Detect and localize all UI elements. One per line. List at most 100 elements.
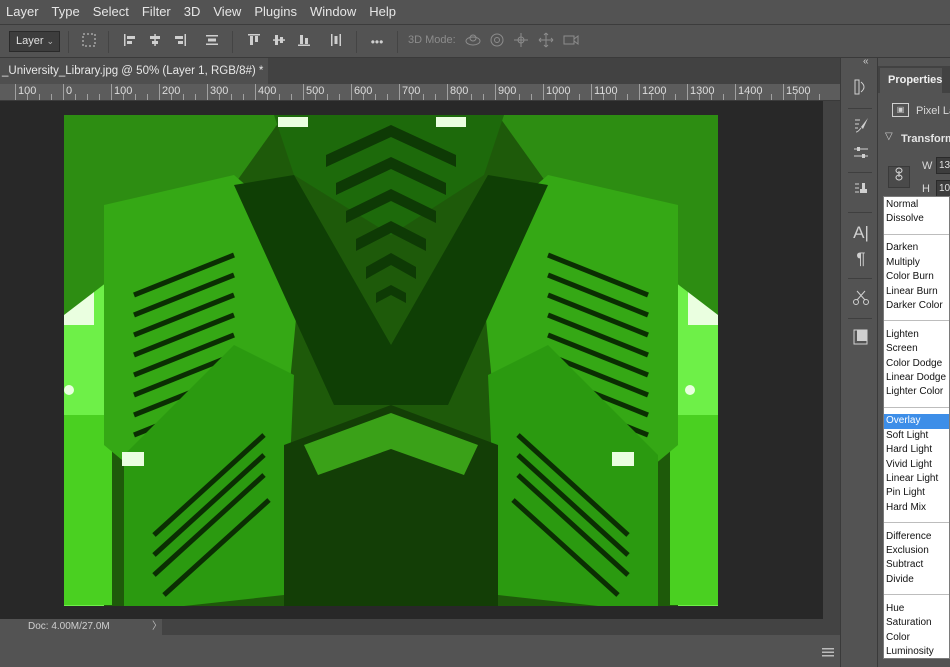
chevron-down-icon[interactable]: ▽ [885, 131, 893, 142]
brush-settings-icon[interactable] [850, 116, 872, 138]
panel-icon-strip: A| ¶ [840, 58, 878, 667]
distribute-vertical-icon[interactable] [326, 32, 346, 52]
tab-properties[interactable]: Properties [880, 68, 942, 93]
blend-mode-option[interactable]: Screen [884, 342, 949, 356]
ruler-tick [255, 84, 256, 100]
document-tab[interactable]: _University_Library.jpg @ 50% (Layer 1, … [0, 58, 268, 84]
blend-mode-option[interactable]: Multiply [884, 256, 949, 270]
3d-slide-icon[interactable] [536, 32, 556, 52]
menu-bar: Layer Type Select Filter 3D View Plugins… [0, 0, 950, 24]
blend-mode-option[interactable]: Difference [884, 530, 949, 544]
ruler-tick [783, 84, 784, 100]
ruler-minor-tick [675, 94, 676, 100]
ruler-tick [399, 84, 400, 100]
ruler-tick [687, 84, 688, 100]
menu-layer[interactable]: Layer [0, 0, 46, 24]
ruler-minor-tick [87, 94, 88, 100]
ruler-minor-tick [723, 94, 724, 100]
ruler-minor-tick [531, 94, 532, 100]
menu-select[interactable]: Select [87, 0, 136, 24]
ruler-minor-tick [219, 94, 220, 100]
ruler-minor-tick [123, 94, 124, 100]
ruler-minor-tick [411, 94, 412, 100]
link-dimensions-icon[interactable] [888, 166, 910, 188]
blend-mode-option[interactable]: Lighter Color [884, 385, 949, 399]
ruler-tick [15, 84, 16, 100]
ruler-minor-tick [807, 94, 808, 100]
tool-presets-icon[interactable] [850, 288, 872, 310]
horizontal-ruler: 100 0 100 200 300 400 500 600 700 800 900 1000 1100 1… [0, 84, 840, 101]
blend-mode-option[interactable]: Hard Mix [884, 501, 949, 515]
blend-mode-option[interactable]: Divide [884, 573, 949, 587]
3d-camera-icon[interactable] [561, 32, 581, 52]
blend-mode-option[interactable]: Color Burn [884, 270, 949, 284]
separator [848, 108, 872, 109]
ruler-minor-tick [663, 94, 664, 100]
menu-window[interactable]: Window [304, 0, 363, 24]
blend-mode-dropdown-list[interactable]: Normal Dissolve Darken Multiply Color Burn Li… [883, 196, 950, 659]
document-image[interactable] [64, 115, 718, 606]
libraries-icon[interactable] [850, 328, 872, 350]
blend-mode-option[interactable]: Darker Color [884, 299, 949, 313]
blend-mode-option[interactable]: Subtract [884, 558, 949, 572]
align-right-icon[interactable] [170, 32, 190, 52]
paragraph-icon[interactable]: ¶ [850, 248, 872, 270]
auto-select-dropdown[interactable]: Layer ⌄ [9, 31, 60, 52]
ruler-minor-tick [99, 94, 100, 100]
blend-mode-option[interactable]: Darken [884, 241, 949, 255]
history-icon[interactable] [850, 78, 872, 100]
align-middle-icon[interactable] [269, 32, 289, 52]
ruler-minor-tick [327, 94, 328, 100]
blend-mode-option[interactable]: Saturation [884, 616, 949, 630]
blend-mode-option[interactable]: Dissolve [884, 212, 949, 226]
align-left-icon[interactable] [120, 32, 140, 52]
blend-mode-option[interactable]: Exclusion [884, 544, 949, 558]
collapse-panels-icon[interactable]: « [863, 56, 869, 67]
blend-mode-option[interactable]: Lighten [884, 328, 949, 342]
ruler-minor-tick [267, 94, 268, 100]
ruler-tick [495, 84, 496, 100]
blend-mode-option[interactable]: Linear Burn [884, 285, 949, 299]
adjustments-icon[interactable] [850, 144, 872, 166]
height-field[interactable]: 10 [936, 180, 950, 197]
align-bottom-icon[interactable] [294, 32, 314, 52]
blend-mode-option[interactable]: Normal [884, 198, 949, 212]
ruler-minor-tick [39, 94, 40, 100]
blend-mode-option[interactable]: Linear Light [884, 472, 949, 486]
panel-menu-icon[interactable] [822, 646, 834, 660]
blend-mode-option[interactable]: Color Dodge [884, 357, 949, 371]
status-menu-arrow[interactable]: 〉 [152, 619, 162, 635]
blend-mode-option[interactable]: Overlay [884, 414, 949, 429]
3d-orbit-icon[interactable] [463, 32, 483, 52]
blend-mode-option[interactable]: Hue [884, 602, 949, 616]
more-options-button[interactable]: ••• [367, 32, 387, 52]
character-icon[interactable]: A| [850, 222, 872, 244]
blend-mode-option[interactable]: Linear Dodge ( [884, 371, 949, 385]
3d-roll-icon[interactable] [487, 32, 507, 52]
menu-view[interactable]: View [207, 0, 248, 24]
blend-mode-option[interactable]: Pin Light [884, 486, 949, 500]
blend-mode-option[interactable]: Luminosity [884, 645, 949, 658]
blend-mode-option[interactable]: Soft Light [884, 429, 949, 443]
ruler-minor-tick [231, 94, 232, 100]
ruler-minor-tick [471, 94, 472, 100]
width-field[interactable]: 13 [936, 157, 950, 174]
menu-3d[interactable]: 3D [178, 0, 208, 24]
menu-help[interactable]: Help [363, 0, 403, 24]
blend-mode-option[interactable]: Vivid Light [884, 458, 949, 472]
menu-filter[interactable]: Filter [136, 0, 178, 24]
transform-section-title[interactable]: Transform [901, 133, 950, 145]
menu-plugins[interactable]: Plugins [248, 0, 304, 24]
blend-mode-option[interactable]: Hard Light [884, 443, 949, 457]
3d-pan-icon[interactable] [511, 32, 531, 52]
clone-source-icon[interactable] [850, 180, 872, 202]
transform-controls-icon[interactable] [79, 32, 99, 52]
ruler-minor-tick [291, 94, 292, 100]
vertical-scrollbar[interactable] [823, 101, 840, 619]
align-center-icon[interactable] [145, 32, 165, 52]
blend-mode-option[interactable]: Color [884, 631, 949, 645]
separator [108, 31, 109, 53]
align-top-icon[interactable] [244, 32, 264, 52]
menu-type[interactable]: Type [46, 0, 87, 24]
distribute-icon[interactable] [202, 32, 222, 52]
